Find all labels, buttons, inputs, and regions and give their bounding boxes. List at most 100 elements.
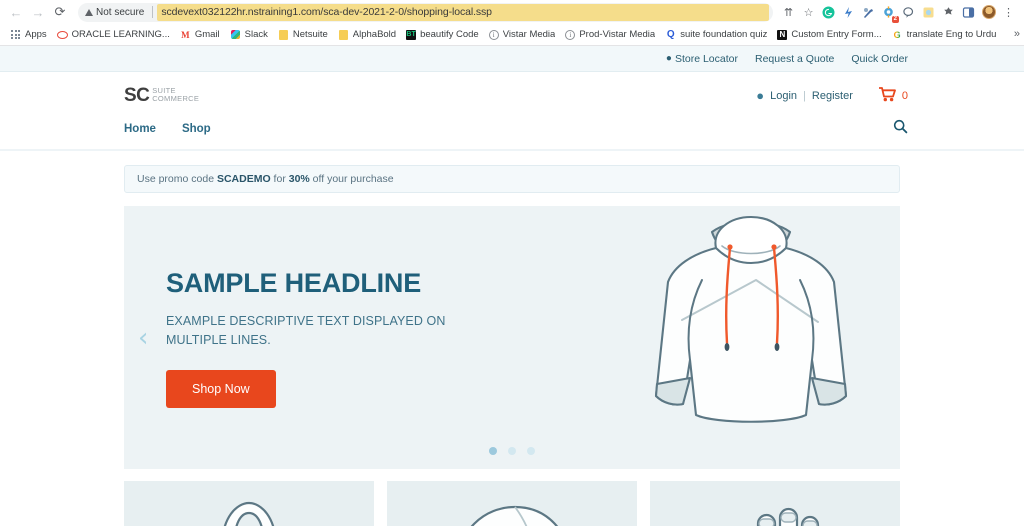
bookmarks-overflow-icon[interactable]: » xyxy=(1014,28,1020,40)
extensions-puzzle-icon[interactable] xyxy=(939,3,958,22)
folder-icon xyxy=(338,29,349,40)
security-label: Not secure xyxy=(96,6,145,18)
bookmarks-bar: Apps ORACLE LEARNING... M Gmail Slack Ne… xyxy=(0,24,1024,45)
login-link[interactable]: Login xyxy=(770,90,797,102)
extension-square-icon[interactable] xyxy=(919,3,938,22)
reload-icon[interactable]: ⟳ xyxy=(50,2,70,22)
bookmark-label: beautify Code xyxy=(420,29,479,40)
bookmark-label: Custom Entry Form... xyxy=(791,29,882,40)
browser-chrome: ← → ⟳ Not secure scdevext032122hr.nstrai… xyxy=(0,0,1024,46)
bookmark-alphabold[interactable]: AlphaBold xyxy=(334,27,402,42)
bt-icon: BT xyxy=(406,29,417,40)
promo-suffix: off your purchase xyxy=(309,173,394,185)
warning-triangle-icon xyxy=(85,8,93,16)
account-links: ● Login | Register xyxy=(756,89,853,102)
logo-wordmark: SUITE COMMERCE xyxy=(152,86,199,103)
bookmark-label: Slack xyxy=(244,29,268,40)
bookmark-suite-foundation-quiz[interactable]: Q suite foundation quiz xyxy=(661,27,773,42)
utility-bar: ● Store Locator Request a Quote Quick Or… xyxy=(0,46,1024,72)
apps-grid-icon xyxy=(10,29,21,40)
promo-discount: 30% xyxy=(288,173,310,185)
logo-mark: SC xyxy=(124,85,150,106)
site-logo[interactable]: SC SUITE COMMERCE xyxy=(124,86,199,105)
profile-avatar[interactable] xyxy=(979,3,998,22)
bookmark-gmail[interactable]: M Gmail xyxy=(176,27,226,42)
extension-gear-icon[interactable]: 2 xyxy=(879,3,899,23)
browser-panel-icon[interactable] xyxy=(959,3,978,22)
carousel-dot-1[interactable] xyxy=(489,447,497,455)
store-locator-label: Store Locator xyxy=(674,52,738,65)
hero-headline: SAMPLE HEADLINE xyxy=(166,267,422,298)
hoodie-illustration xyxy=(626,210,876,460)
store-locator-link[interactable]: ● Store Locator xyxy=(666,53,738,65)
header-actions: ● Login | Register 0 xyxy=(756,86,908,105)
oracle-icon xyxy=(56,29,68,40)
cap-illustration xyxy=(470,505,558,526)
beanie-hat-illustration xyxy=(223,501,275,526)
carousel-prev-arrow[interactable]: ‹ xyxy=(138,325,148,351)
carousel-dot-3[interactable] xyxy=(527,447,535,455)
extension-tool-icon[interactable] xyxy=(859,3,878,22)
info-circle-icon: i xyxy=(488,29,499,40)
person-icon: ● xyxy=(756,88,765,103)
bookmark-star-icon[interactable]: ☆ xyxy=(799,3,818,22)
logo-line-2: COMMERCE xyxy=(152,94,200,104)
bookmark-vistar-media[interactable]: i Vistar Media xyxy=(485,27,562,42)
share-icon[interactable]: ⇈ xyxy=(779,3,798,22)
forward-arrow-icon[interactable]: → xyxy=(28,2,48,22)
notion-icon: N xyxy=(777,29,788,40)
bookmark-netsuite[interactable]: Netsuite xyxy=(274,27,334,42)
main-navigation: Home Shop xyxy=(124,119,908,149)
browser-toolbar: ← → ⟳ Not secure scdevext032122hr.nstrai… xyxy=(0,0,1024,24)
request-a-quote-link[interactable]: Request a Quote xyxy=(755,53,834,65)
quick-order-link[interactable]: Quick Order xyxy=(851,53,908,65)
extension-search-icon[interactable] xyxy=(899,3,918,22)
promo-banner-wrap: Use promo code SCADEMO for 30% off your … xyxy=(0,151,1024,193)
bookmark-apps[interactable]: Apps xyxy=(6,27,53,42)
quizlet-icon: Q xyxy=(666,29,675,40)
location-pin-icon: ● xyxy=(665,53,672,64)
nav-link-list: Home Shop xyxy=(124,123,211,135)
bookmark-label: ORACLE LEARNING... xyxy=(71,29,170,40)
account-separator: | xyxy=(803,89,806,102)
bookmark-oracle-learning[interactable]: ORACLE LEARNING... xyxy=(53,27,176,42)
url-text[interactable]: scdevext032122hr.nstraining1.com/sca-dev… xyxy=(157,3,769,21)
google-icon: G xyxy=(893,29,901,40)
bookmark-label: suite foundation quiz xyxy=(680,29,768,40)
bookmark-slack[interactable]: Slack xyxy=(226,27,274,42)
promo-middle: for xyxy=(270,173,289,185)
nav-shop[interactable]: Shop xyxy=(182,123,211,135)
gmail-icon: M xyxy=(181,29,190,40)
back-arrow-icon[interactable]: ← xyxy=(6,2,26,22)
bookmark-translate-eng-to-urdu[interactable]: G translate Eng to Urdu xyxy=(888,27,1003,42)
cart-button[interactable]: 0 xyxy=(878,86,908,105)
extension-bolt-icon[interactable] xyxy=(839,3,858,22)
shop-now-button[interactable]: Shop Now xyxy=(166,369,276,408)
omnibox-divider xyxy=(152,6,154,18)
bookmark-label: AlphaBold xyxy=(352,29,397,40)
hero-carousel: ‹ SAMPLE HEADLINE EXAMPLE DESCRIPTIVE TE… xyxy=(124,206,900,469)
bookmark-beautify-code[interactable]: BT beautify Code xyxy=(402,27,485,42)
address-bar[interactable]: Not secure scdevext032122hr.nstraining1.… xyxy=(78,2,773,22)
promo-banner: Use promo code SCADEMO for 30% off your … xyxy=(124,165,900,193)
bookmark-prod-vistar-media[interactable]: i Prod-Vistar Media xyxy=(561,27,661,42)
security-indicator[interactable]: Not secure xyxy=(82,7,148,18)
bookmark-label: Apps xyxy=(25,29,47,40)
product-tile-beanie[interactable] xyxy=(124,481,374,526)
search-icon[interactable] xyxy=(893,119,908,138)
hero-text-block: SAMPLE HEADLINE EXAMPLE DESCRIPTIVE TEXT… xyxy=(124,268,504,408)
product-tile-cap[interactable] xyxy=(387,481,637,526)
register-link[interactable]: Register xyxy=(812,90,853,102)
browser-menu-icon[interactable]: ⋮ xyxy=(999,3,1018,22)
grammarly-extension-icon[interactable] xyxy=(819,3,838,22)
product-tile-gloves[interactable] xyxy=(650,481,900,526)
bookmark-label: Vistar Media xyxy=(502,29,556,40)
promo-prefix: Use promo code xyxy=(137,173,217,185)
nav-home[interactable]: Home xyxy=(124,123,156,135)
cart-item-count: 0 xyxy=(901,89,908,102)
bookmark-label: Gmail xyxy=(194,29,220,40)
carousel-dot-2[interactable] xyxy=(508,447,516,455)
product-tiles xyxy=(0,469,1024,526)
bookmark-custom-entry-form[interactable]: N Custom Entry Form... xyxy=(773,27,887,42)
hero-description: EXAMPLE DESCRIPTIVE TEXT DISPLAYED ON MU… xyxy=(166,313,446,347)
